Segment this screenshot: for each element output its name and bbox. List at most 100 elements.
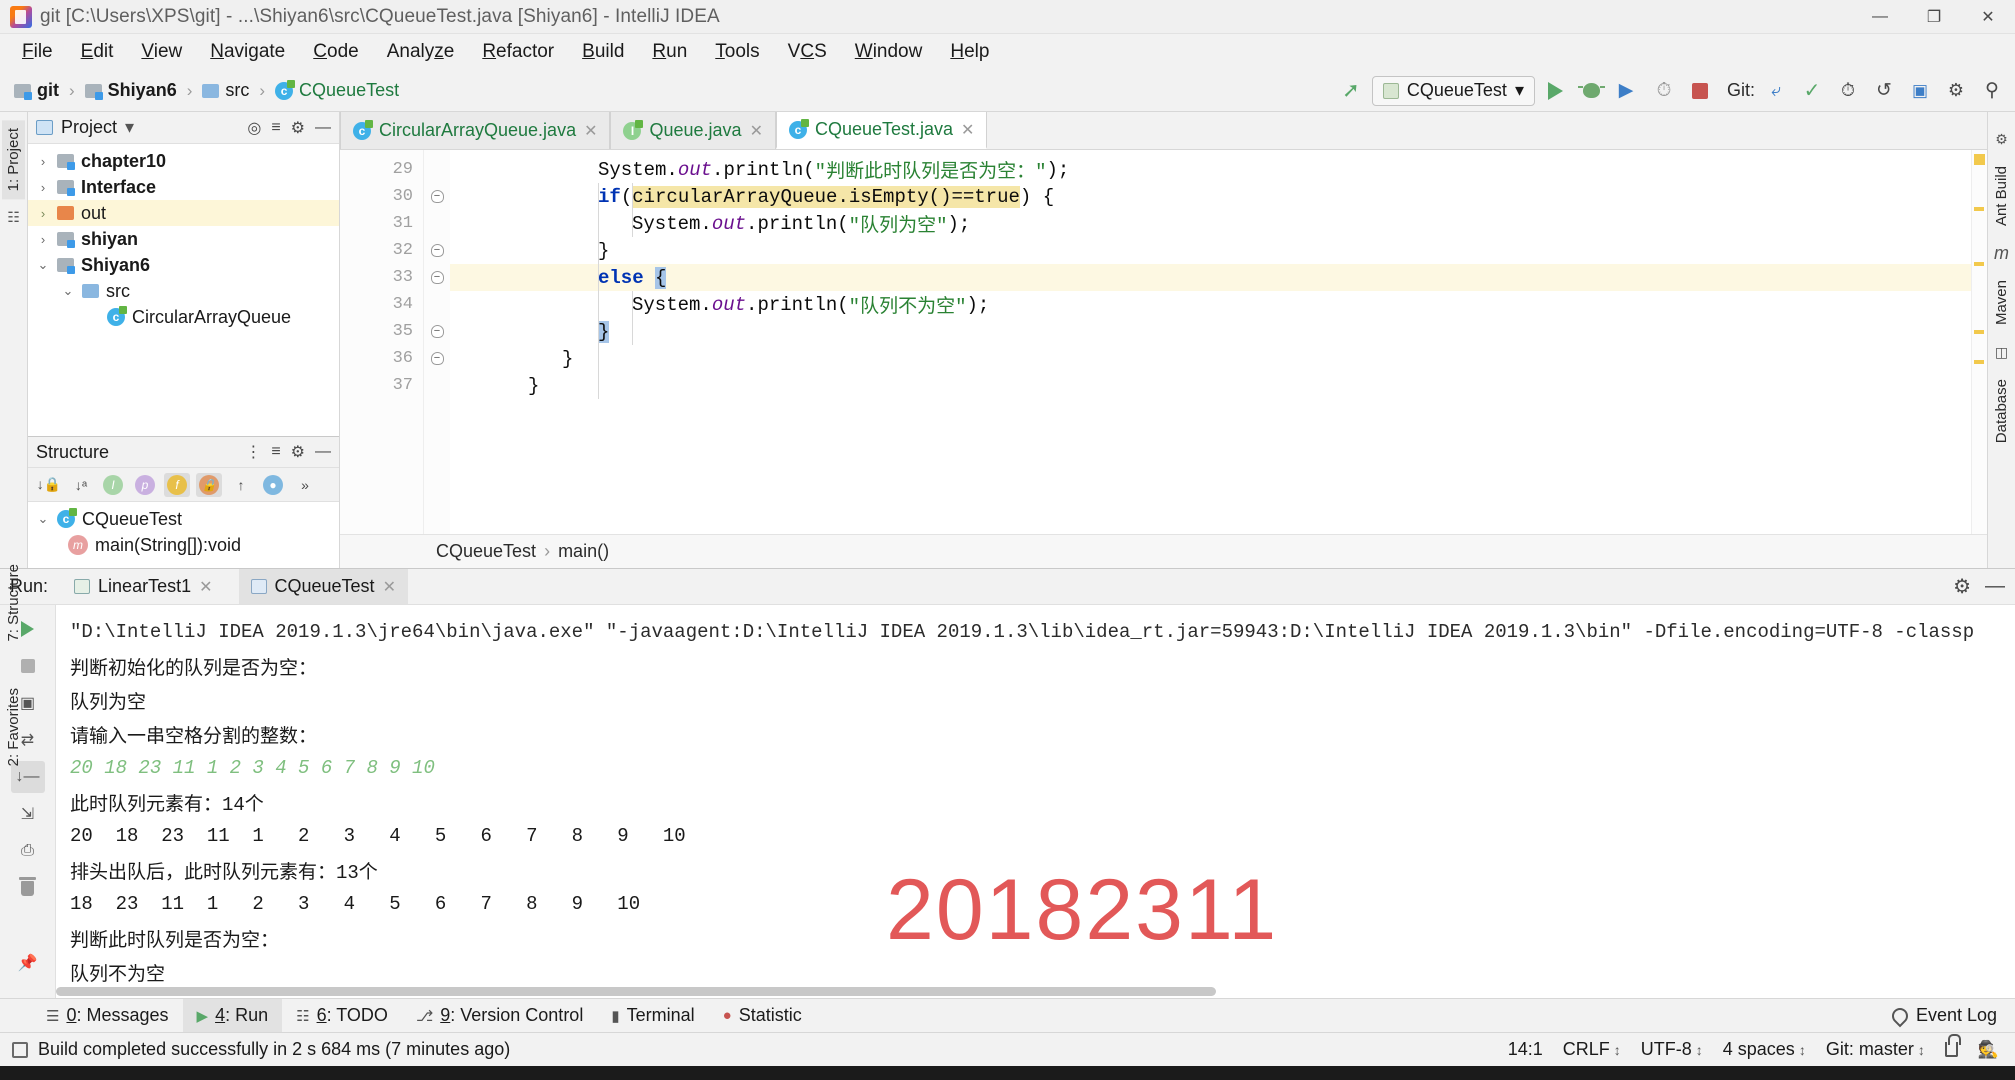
rail-tab-favorites[interactable]: 2: Favorites xyxy=(2,680,25,774)
hammer-icon[interactable]: ➚ xyxy=(1336,76,1366,106)
chevron-down-icon[interactable]: ⌄ xyxy=(61,283,75,299)
caret-position[interactable]: 14:1 xyxy=(1508,1039,1543,1060)
tool-button-statistic[interactable]: ● Statistic xyxy=(709,999,816,1032)
group-methods-icon[interactable]: ↑ xyxy=(228,473,254,497)
menu-vcs[interactable]: VCS xyxy=(774,37,841,67)
close-button[interactable]: ✕ xyxy=(1961,0,2015,34)
menu-navigate[interactable]: Navigate xyxy=(196,37,299,67)
more-icon[interactable]: » xyxy=(292,473,318,497)
commit-icon[interactable]: ✓ xyxy=(1797,76,1827,106)
breadcrumb-item-git[interactable]: git xyxy=(8,78,65,103)
breadcrumb-method[interactable]: main() xyxy=(558,541,609,562)
locate-icon[interactable]: ◎ xyxy=(247,118,261,138)
tree-node-circulararrayqueue[interactable]: c CircularArrayQueue xyxy=(28,304,339,330)
structure-node-cqueuetest[interactable]: ⌄ c CQueueTest xyxy=(28,506,339,532)
show-properties-icon[interactable]: p xyxy=(132,473,158,497)
tool-button-run[interactable]: ▶ 4: Run xyxy=(182,999,283,1032)
maximize-button[interactable]: ❐ xyxy=(1907,0,1961,34)
editor-tab-circulararrayqueue[interactable]: c CircularArrayQueue.java ✕ xyxy=(340,112,611,149)
rail-tab-structure[interactable]: 7: Structure xyxy=(2,556,25,650)
close-icon[interactable]: ✕ xyxy=(961,120,974,140)
run-configuration-selector[interactable]: CQueueTest ▾ xyxy=(1371,75,1535,106)
chevron-right-icon[interactable]: › xyxy=(36,154,50,169)
tool-button-todo[interactable]: ☷ 6: TODO xyxy=(282,999,402,1032)
console-output[interactable]: "D:\IntelliJ IDEA 2019.1.3\jre64\bin\jav… xyxy=(56,605,2015,998)
breadcrumb-item-cqueuetest[interactable]: c CQueueTest xyxy=(269,78,405,103)
console-horizontal-scrollbar[interactable] xyxy=(56,987,1216,996)
hector-icon[interactable]: 🕵 xyxy=(1978,1040,1999,1060)
search-icon[interactable]: ⚲ xyxy=(1977,76,2007,106)
sort-alphabetically-icon[interactable]: ↓ᵃ xyxy=(68,473,94,497)
rail-tab-project[interactable]: 1: Project xyxy=(2,120,25,200)
menu-build[interactable]: Build xyxy=(568,37,638,67)
chevron-down-icon[interactable]: ⌄ xyxy=(36,257,50,273)
close-icon[interactable]: ✕ xyxy=(750,121,763,141)
sort-by-visibility-icon[interactable]: ↓🔒 xyxy=(36,473,62,497)
show-fields-icon[interactable]: f xyxy=(164,472,190,497)
print-icon[interactable]: ⎙ xyxy=(11,835,45,867)
rollback-icon[interactable]: ↺ xyxy=(1869,76,1899,106)
show-inherited-icon[interactable]: I xyxy=(100,473,126,497)
editor-tab-cqueuetest[interactable]: c CQueueTest.java ✕ xyxy=(775,112,988,149)
expand-all-icon[interactable]: ⋮ xyxy=(245,442,261,462)
breadcrumb-item-src[interactable]: src xyxy=(196,78,255,103)
editor-tab-queue[interactable]: I Queue.java ✕ xyxy=(610,112,776,149)
clear-all-icon[interactable] xyxy=(11,872,45,904)
breadcrumb-class[interactable]: CQueueTest xyxy=(436,541,536,562)
minimize-button[interactable]: — xyxy=(1853,0,1907,34)
run-icon[interactable] xyxy=(1541,76,1571,106)
chevron-right-icon[interactable]: › xyxy=(36,206,50,221)
menu-window[interactable]: Window xyxy=(841,37,937,67)
menu-view[interactable]: View xyxy=(127,37,196,67)
tree-node-shiyan6[interactable]: ⌄ Shiyan6 xyxy=(28,252,339,278)
gear-icon[interactable]: ⚙ xyxy=(291,442,305,462)
project-tree[interactable]: › chapter10 › Interface › out › shiyan ⌄… xyxy=(28,144,339,436)
menu-code[interactable]: Code xyxy=(299,37,372,67)
rail-tab-maven[interactable]: Maven xyxy=(1990,272,2013,333)
structure-node-main[interactable]: m main(String[]):void xyxy=(28,532,339,558)
menu-edit[interactable]: Edit xyxy=(67,37,128,67)
stop-icon[interactable] xyxy=(11,650,45,682)
close-icon[interactable]: ✕ xyxy=(199,577,212,597)
line-separator-selector[interactable]: CRLF xyxy=(1563,1039,1621,1060)
tool-button-terminal[interactable]: ▮ Terminal xyxy=(597,999,708,1032)
chevron-right-icon[interactable]: › xyxy=(36,232,50,247)
chevron-down-icon[interactable]: ⌄ xyxy=(36,511,50,527)
debug-icon[interactable] xyxy=(1577,76,1607,106)
gear-icon[interactable]: ⚙ xyxy=(291,118,305,138)
git-branch-selector[interactable]: Git: master xyxy=(1826,1039,1925,1060)
profile-icon[interactable]: ⏱ xyxy=(1649,76,1679,106)
encoding-selector[interactable]: UTF-8 xyxy=(1641,1039,1703,1060)
export-icon[interactable]: ⇲ xyxy=(11,798,45,830)
tree-node-chapter10[interactable]: › chapter10 xyxy=(28,148,339,174)
run-with-coverage-icon[interactable]: ▶ xyxy=(1613,76,1643,106)
rail-tab-database[interactable]: Database xyxy=(1990,371,2013,451)
fold-collapse-handle[interactable]: − xyxy=(424,183,450,210)
collapse-all-icon[interactable]: ≡ xyxy=(271,119,280,137)
structure-tree[interactable]: ⌄ c CQueueTest m main(String[]):void xyxy=(28,502,339,568)
run-tab-cqueuetest[interactable]: CQueueTest ✕ xyxy=(238,569,408,604)
autoscroll-icon[interactable]: ● xyxy=(260,473,286,497)
fold-gutter[interactable]: − − − − − xyxy=(424,150,450,534)
history-icon[interactable]: ⏱ xyxy=(1833,76,1863,106)
fold-end-handle[interactable]: − xyxy=(424,318,450,345)
settings-icon[interactable]: ⚙ xyxy=(1941,76,1971,106)
close-icon[interactable]: ✕ xyxy=(584,121,597,141)
stop-icon[interactable] xyxy=(1685,76,1715,106)
indent-selector[interactable]: 4 spaces xyxy=(1723,1039,1806,1060)
show-non-public-icon[interactable]: 🔒 xyxy=(196,472,222,497)
tree-node-shiyan[interactable]: › shiyan xyxy=(28,226,339,252)
collapse-all-icon[interactable]: ≡ xyxy=(271,443,280,461)
close-icon[interactable]: ✕ xyxy=(383,577,396,597)
chevron-right-icon[interactable]: › xyxy=(36,180,50,195)
tree-node-src[interactable]: ⌄ src xyxy=(28,278,339,304)
editor-marker-stripe[interactable] xyxy=(1971,150,1987,534)
fold-end-handle[interactable]: − xyxy=(424,237,450,264)
run-tab-lineartest1[interactable]: LinearTest1 ✕ xyxy=(62,569,224,604)
menu-analyze[interactable]: Analyze xyxy=(373,37,469,67)
fold-collapse-handle[interactable]: − xyxy=(424,264,450,291)
tool-button-version-control[interactable]: ⎇ 9: Version Control xyxy=(402,999,597,1032)
menu-help[interactable]: Help xyxy=(936,37,1003,67)
unlocked-icon[interactable] xyxy=(1944,1034,1961,1057)
update-project-icon[interactable]: ⤶ xyxy=(1761,76,1791,106)
